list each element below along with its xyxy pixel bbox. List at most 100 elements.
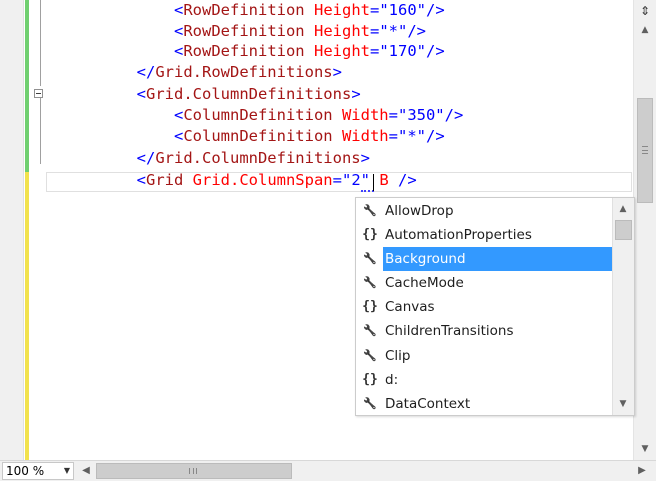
code-token: />: [425, 127, 445, 145]
code-token: >: [351, 85, 361, 103]
code-token: <: [173, 42, 184, 60]
completion-scroll-up-icon[interactable]: ▲: [615, 201, 631, 217]
zoom-select[interactable]: 100 % ▼: [2, 462, 74, 480]
completion-item-label: Canvas: [385, 299, 435, 316]
code-token: "350": [397, 106, 445, 124]
code-token: Height: [304, 22, 370, 40]
code-line[interactable]: <ColumnDefinition Width="*"/>: [62, 126, 445, 147]
completion-item[interactable]: 🔧 DataContext: [356, 392, 614, 416]
code-editor[interactable]: <RowDefinition Height="160"/> <RowDefini…: [0, 0, 656, 481]
code-token: =: [388, 127, 398, 145]
completion-item-label: ChildrenTransitions: [385, 323, 514, 340]
completion-scrollbar[interactable]: ▲ ▼: [612, 198, 634, 415]
code-token: Height: [304, 1, 370, 19]
code-token: =: [369, 1, 380, 19]
scroll-down-icon[interactable]: ▼: [637, 441, 653, 457]
code-token: "*": [379, 22, 408, 40]
code-token: RowDefinition: [183, 42, 305, 60]
wrench-icon: 🔧: [363, 252, 377, 266]
code-token: <: [173, 127, 184, 145]
completion-item-label: Clip: [385, 347, 411, 364]
completion-item[interactable]: {} AutomationProperties: [356, 223, 614, 247]
code-token: </: [136, 149, 156, 167]
vertical-scroll-thumb[interactable]: [637, 98, 653, 203]
code-line[interactable]: <ColumnDefinition Width="350"/>: [62, 105, 463, 126]
braces-icon: {}: [362, 299, 378, 315]
code-token: "*": [397, 127, 426, 145]
braces-icon: {}: [362, 371, 378, 387]
completion-item[interactable]: 🔧 CacheMode: [356, 271, 614, 295]
code-token: >: [360, 149, 370, 167]
code-token: />: [444, 106, 464, 124]
completion-scroll-down-icon[interactable]: ▼: [615, 396, 631, 412]
code-line[interactable]: <RowDefinition Height="160"/>: [62, 0, 445, 21]
code-line[interactable]: </Grid.RowDefinitions>: [62, 62, 342, 83]
code-token: />: [426, 1, 445, 19]
chevron-down-icon[interactable]: ▼: [64, 463, 70, 479]
zoom-value: 100 %: [6, 464, 45, 478]
vertical-scrollbar[interactable]: ⇕ ▲ ▼: [633, 0, 656, 460]
wrench-icon: 🔧: [363, 348, 377, 362]
saved-changes-bar: [25, 0, 29, 172]
code-token: Width: [332, 127, 389, 145]
intellisense-popup[interactable]: 🔧 AllowDrop {} AutomationProperties 🔧 Backgro…: [355, 197, 635, 416]
completion-item[interactable]: 🔧 Clip: [356, 344, 614, 368]
code-token: "160": [379, 1, 426, 19]
current-line-highlight: [46, 172, 632, 192]
horizontal-scroll-thumb[interactable]: [96, 463, 292, 479]
completion-item[interactable]: {} d:: [356, 368, 614, 392]
code-token: />: [426, 42, 445, 60]
code-token: <: [173, 1, 184, 19]
completion-item[interactable]: {} Canvas: [356, 295, 614, 319]
completion-item-label: d:: [385, 371, 399, 388]
wrench-icon: 🔧: [363, 324, 377, 338]
scroll-right-icon[interactable]: ▶: [634, 463, 650, 479]
code-token: =: [369, 22, 380, 40]
code-token: Height: [304, 42, 370, 60]
scroll-left-icon[interactable]: ◀: [78, 463, 94, 479]
code-token: ColumnDefinition: [183, 106, 333, 124]
code-token: >: [332, 63, 342, 81]
wrench-icon: 🔧: [363, 276, 377, 290]
completion-scroll-thumb[interactable]: [615, 220, 632, 240]
grip-icon: [642, 146, 648, 154]
code-token: Grid.ColumnDefinitions: [155, 149, 361, 167]
editor-bottom-bar: 100 % ▼ ◀ ▶: [0, 460, 656, 481]
split-view-icon[interactable]: ⇕: [637, 3, 653, 19]
code-token: =: [369, 42, 380, 60]
code-token: RowDefinition: [183, 22, 305, 40]
code-token: Grid.ColumnDefinitions: [146, 85, 352, 103]
code-line[interactable]: </Grid.ColumnDefinitions>: [62, 148, 370, 169]
completion-item[interactable]: 🔧 AllowDrop: [356, 199, 614, 223]
code-token: </: [136, 63, 156, 81]
code-token: "170": [379, 42, 426, 60]
code-token: <: [136, 85, 146, 103]
completion-item[interactable]: 🔧 ChildrenTransitions: [356, 319, 614, 343]
outline-guide: [40, 98, 41, 164]
code-line[interactable]: <RowDefinition Height="170"/>: [62, 41, 445, 62]
wrench-icon: 🔧: [363, 204, 377, 217]
code-line[interactable]: <RowDefinition Height="*"/>: [62, 21, 426, 42]
code-token: Width: [332, 106, 389, 124]
unsaved-changes-bar: [25, 172, 29, 460]
collapse-toggle[interactable]: [34, 89, 43, 98]
completion-item-label: AllowDrop: [385, 203, 454, 219]
code-token: <: [173, 22, 184, 40]
code-token: RowDefinition: [183, 1, 305, 19]
completion-item[interactable]: 🔧 Background: [356, 247, 614, 272]
text-caret: [373, 174, 374, 191]
completion-item-label: DataContext: [385, 395, 471, 412]
code-token: =: [388, 106, 398, 124]
code-token: />: [407, 22, 426, 40]
code-token: <: [173, 106, 184, 124]
completion-item-label: Background: [383, 247, 613, 272]
completion-list[interactable]: 🔧 AllowDrop {} AutomationProperties 🔧 Backgro…: [356, 199, 614, 416]
scroll-up-icon[interactable]: ▲: [637, 22, 653, 38]
code-line[interactable]: <Grid.ColumnDefinitions>: [62, 84, 361, 105]
